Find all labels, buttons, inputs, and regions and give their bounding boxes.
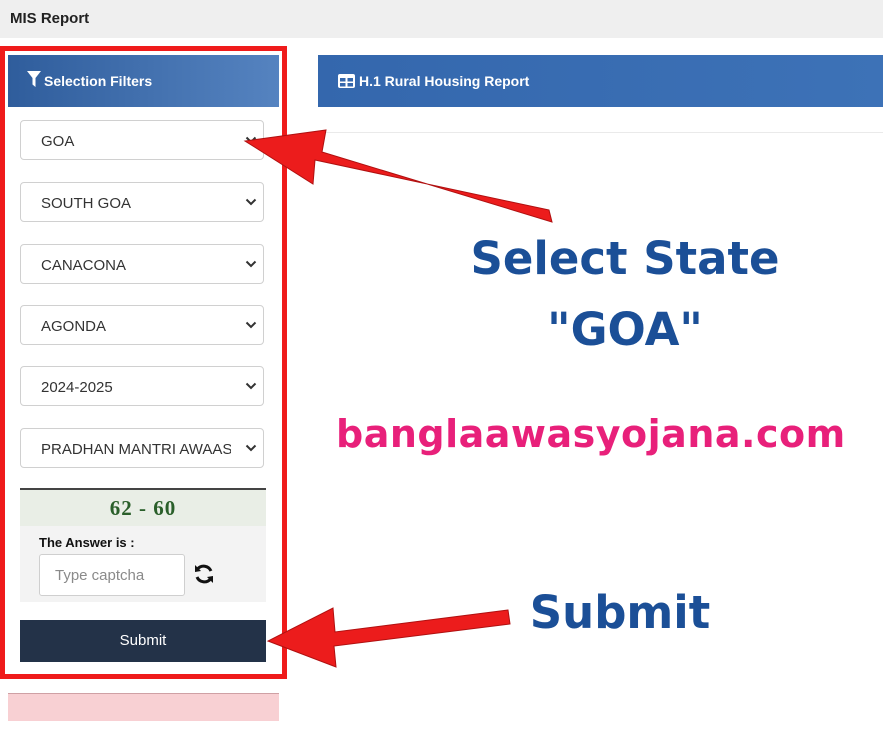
annotation-submit: Submit <box>529 586 711 639</box>
table-icon <box>338 74 355 88</box>
captcha-area: 62 - 60 The Answer is : <box>20 488 266 602</box>
village-select[interactable]: AGONDA <box>20 305 264 345</box>
state-select[interactable]: GOA <box>20 120 264 160</box>
scheme-select-value: PRADHAN MANTRI AWAAS <box>41 441 231 458</box>
filter-funnel-icon <box>27 71 41 87</box>
selection-filters-panel: Selection Filters GOA SOUTH GOA CANACONA… <box>8 55 279 669</box>
chevron-down-icon <box>245 320 257 330</box>
top-bar: MIS Report <box>0 0 883 38</box>
state-select-value: GOA <box>41 133 75 150</box>
report-divider <box>318 132 883 133</box>
annotation-select-state: Select State <box>470 232 780 285</box>
report-header: H.1 Rural Housing Report <box>318 55 883 107</box>
arrow-to-submit <box>266 607 511 668</box>
chevron-down-icon <box>245 443 257 453</box>
chevron-down-icon <box>245 381 257 391</box>
block-select-value: CANACONA <box>41 257 127 274</box>
refresh-icon[interactable] <box>192 562 216 586</box>
chevron-down-icon <box>245 197 257 207</box>
annotation-goa: "GOA" <box>547 303 703 356</box>
captcha-code: 62 - 60 <box>109 496 177 520</box>
village-select-value: AGONDA <box>41 318 107 335</box>
captcha-input[interactable] <box>39 554 185 596</box>
year-select-value: 2024-2025 <box>41 379 113 396</box>
submit-button[interactable]: Submit <box>20 620 266 662</box>
block-select[interactable]: CANACONA <box>20 244 264 284</box>
app-title: MIS Report <box>10 10 90 27</box>
filters-header-label: Selection Filters <box>44 73 153 89</box>
chevron-down-icon <box>245 259 257 269</box>
arrow-to-state-select <box>243 129 553 223</box>
alert-bar <box>8 693 279 721</box>
year-select[interactable]: 2024-2025 <box>20 366 264 406</box>
report-title: H.1 Rural Housing Report <box>359 73 530 89</box>
district-select-value: SOUTH GOA <box>41 195 132 212</box>
scheme-select[interactable]: PRADHAN MANTRI AWAAS <box>20 428 264 468</box>
district-select[interactable]: SOUTH GOA <box>20 182 264 222</box>
captcha-code-box: 62 - 60 <box>20 488 266 526</box>
filters-header: Selection Filters <box>8 55 279 107</box>
chevron-down-icon <box>245 135 257 145</box>
watermark-text: banglaawasyojana.com <box>336 412 846 456</box>
captcha-answer-label: The Answer is : <box>39 535 135 550</box>
